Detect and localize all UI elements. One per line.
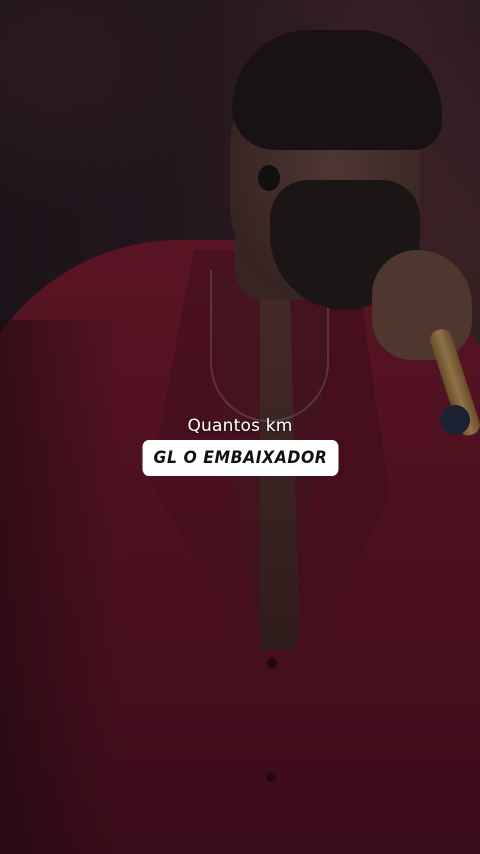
artist-tag: GL O EMBAIXADOR [142, 440, 338, 476]
song-title: Quantos km [187, 416, 293, 436]
song-caption: Quantos km GL O EMBAIXADOR [0, 414, 480, 476]
video-frame[interactable]: Quantos km GL O EMBAIXADOR [0, 0, 480, 854]
